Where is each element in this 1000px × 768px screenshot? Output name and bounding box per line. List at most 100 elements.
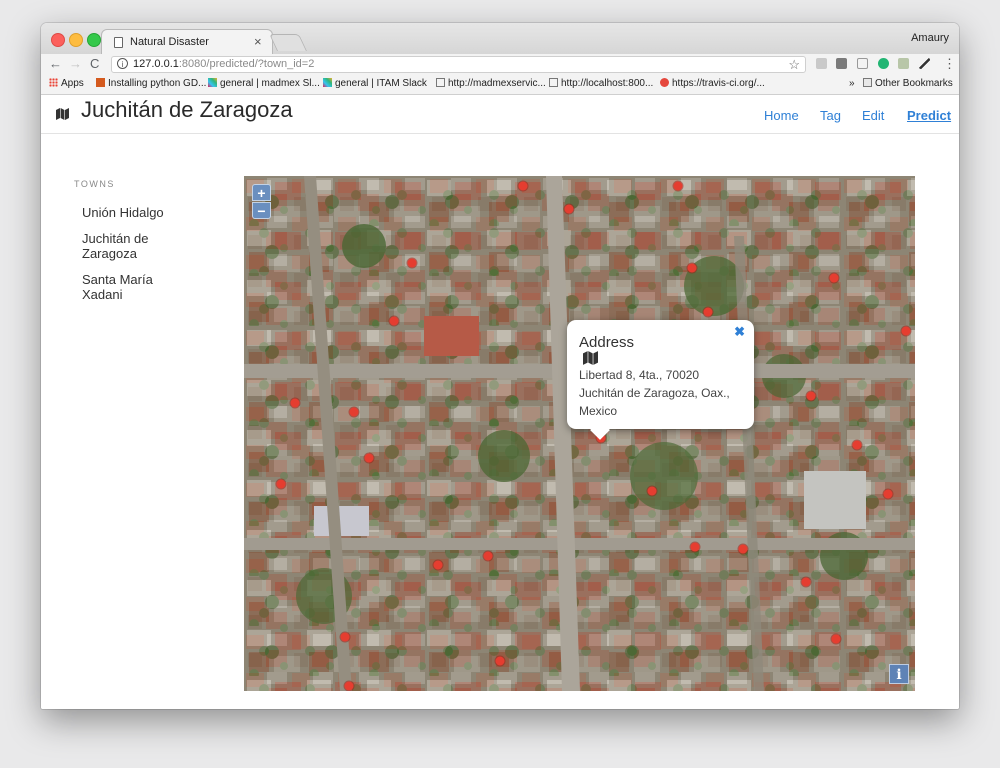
map-marker[interactable] xyxy=(852,440,862,450)
reload-icon[interactable]: C xyxy=(90,56,99,71)
favicon-icon xyxy=(96,78,105,87)
popup-title-text: Address xyxy=(579,334,635,351)
image-extension-icon[interactable] xyxy=(898,58,909,69)
address-line: Mexico xyxy=(579,404,618,418)
map-marker[interactable] xyxy=(349,407,359,417)
browser-window: Natural Disaster × Amaury ← → C i 127.0.… xyxy=(41,23,959,709)
address-line: Libertad 8, 4ta., 70020 xyxy=(579,368,700,382)
map-marker[interactable] xyxy=(806,391,816,401)
satellite-imagery xyxy=(244,176,915,691)
tab-close-icon[interactable]: × xyxy=(254,34,262,49)
zoom-out-button[interactable]: − xyxy=(252,202,271,219)
map-marker[interactable] xyxy=(276,479,286,489)
map-icon xyxy=(583,351,598,365)
bookmark-label: Installing python GD... xyxy=(108,78,207,89)
address-bar[interactable]: i 127.0.0.1:8080/predicted/?town_id=2 ☆ xyxy=(111,56,806,73)
bookmark-item[interactable]: http://localhost:800... xyxy=(549,78,653,89)
nav-predict[interactable]: Predict xyxy=(907,108,951,123)
map-marker[interactable] xyxy=(495,656,505,666)
page-title: Juchitán de Zaragoza xyxy=(81,97,293,122)
map-marker[interactable] xyxy=(518,181,528,191)
page-icon xyxy=(114,37,123,48)
extension-icon[interactable] xyxy=(836,58,847,69)
bookmarks-bar: Apps Installing python GD... general | m… xyxy=(41,74,959,95)
map-icon xyxy=(56,108,69,120)
map-marker[interactable] xyxy=(690,542,700,552)
map-marker[interactable] xyxy=(673,181,683,191)
slack-icon xyxy=(208,78,217,87)
sidebar-item-santa-maria-xadani[interactable]: Santa María Xadani xyxy=(82,272,182,302)
bookmark-apps[interactable]: Apps xyxy=(49,78,84,89)
map-marker[interactable] xyxy=(687,263,697,273)
map-marker[interactable] xyxy=(433,560,443,570)
map-marker[interactable] xyxy=(738,544,748,554)
satellite-map[interactable]: + − i Address ✖ Libertad 8, 4ta., 70020 … xyxy=(244,176,915,691)
sidebar-item-union-hidalgo[interactable]: Unión Hidalgo xyxy=(82,205,182,220)
zoom-in-button[interactable]: + xyxy=(252,184,271,201)
forward-arrow-icon[interactable]: → xyxy=(69,56,82,71)
map-marker[interactable] xyxy=(364,453,374,463)
bookmark-other[interactable]: Other Bookmarks xyxy=(863,78,953,89)
map-marker[interactable] xyxy=(647,486,657,496)
folder-icon xyxy=(863,78,872,87)
bookmark-item[interactable]: Installing python GD... xyxy=(96,78,206,89)
page-content: Juchitán de Zaragoza Home Tag Edit Predi… xyxy=(41,95,959,709)
url-path: :8080/predicted/?town_id=2 xyxy=(178,58,315,70)
popup-address: Libertad 8, 4ta., 70020 Juchitán de Zara… xyxy=(579,366,749,420)
bookmark-item[interactable]: general | madmex Sl... xyxy=(208,78,320,89)
browser-tab[interactable]: Natural Disaster × xyxy=(101,29,273,56)
maximize-window-button[interactable] xyxy=(87,33,101,47)
map-marker[interactable] xyxy=(340,632,350,642)
address-popup: Address ✖ Libertad 8, 4ta., 70020 Juchit… xyxy=(567,320,754,440)
map-marker[interactable] xyxy=(801,577,811,587)
extension-icon[interactable] xyxy=(816,58,827,69)
map-marker[interactable] xyxy=(883,489,893,499)
bookmark-label: Apps xyxy=(61,78,84,89)
bookmark-item[interactable]: https://travis-ci.org/... xyxy=(660,78,765,89)
page-icon xyxy=(436,78,445,87)
kebab-menu-icon[interactable]: ⋮ xyxy=(943,56,956,72)
bookmark-item[interactable]: http://madmexservic... xyxy=(436,78,546,89)
bookmark-label: http://localhost:800... xyxy=(561,78,654,89)
sidebar-item-juchitan-de-zaragoza[interactable]: Juchitán de Zaragoza xyxy=(82,231,182,261)
popup-title: Address xyxy=(579,334,634,365)
address-line: Juchitán de Zaragoza, Oax., xyxy=(579,386,730,400)
info-icon[interactable]: i xyxy=(117,58,128,69)
close-window-button[interactable] xyxy=(51,33,65,47)
travis-icon xyxy=(660,78,669,87)
url-text: 127.0.0.1:8080/predicted/?town_id=2 xyxy=(133,58,314,70)
eyedropper-icon[interactable] xyxy=(919,58,930,69)
map-marker[interactable] xyxy=(389,316,399,326)
bookmark-label: Other Bookmarks xyxy=(875,78,953,89)
bookmarks-overflow-chevron[interactable]: » xyxy=(849,78,855,89)
page-icon xyxy=(549,78,558,87)
apps-grid-icon xyxy=(49,78,58,87)
nav-home[interactable]: Home xyxy=(764,108,799,123)
popup-close-icon[interactable]: ✖ xyxy=(734,324,745,340)
minimize-window-button[interactable] xyxy=(69,33,83,47)
top-navbar: Juchitán de Zaragoza Home Tag Edit Predi… xyxy=(41,95,959,134)
map-marker[interactable] xyxy=(483,551,493,561)
bookmark-item[interactable]: general | ITAM Slack xyxy=(323,78,427,89)
nav-tag[interactable]: Tag xyxy=(820,108,841,123)
map-marker[interactable] xyxy=(290,398,300,408)
map-marker[interactable] xyxy=(564,204,574,214)
nav-edit[interactable]: Edit xyxy=(862,108,884,123)
slack-icon xyxy=(323,78,332,87)
extension-icon[interactable] xyxy=(857,58,868,69)
browser-toolbar: ← → C i 127.0.0.1:8080/predicted/?town_i… xyxy=(41,54,959,74)
map-marker[interactable] xyxy=(831,634,841,644)
map-info-button[interactable]: i xyxy=(889,664,909,684)
map-marker[interactable] xyxy=(344,681,354,691)
map-marker[interactable] xyxy=(407,258,417,268)
map-marker[interactable] xyxy=(901,326,911,336)
map-marker[interactable] xyxy=(703,307,713,317)
bookmark-star-icon[interactable]: ☆ xyxy=(788,57,800,73)
new-tab-button[interactable] xyxy=(269,34,307,51)
sidebar-heading: TOWNS xyxy=(74,179,115,189)
bookmark-label: http://madmexservic... xyxy=(448,78,546,89)
grammarly-icon[interactable] xyxy=(878,58,889,69)
profile-name[interactable]: Amaury xyxy=(911,32,949,44)
back-arrow-icon[interactable]: ← xyxy=(49,56,62,71)
map-marker[interactable] xyxy=(829,273,839,283)
